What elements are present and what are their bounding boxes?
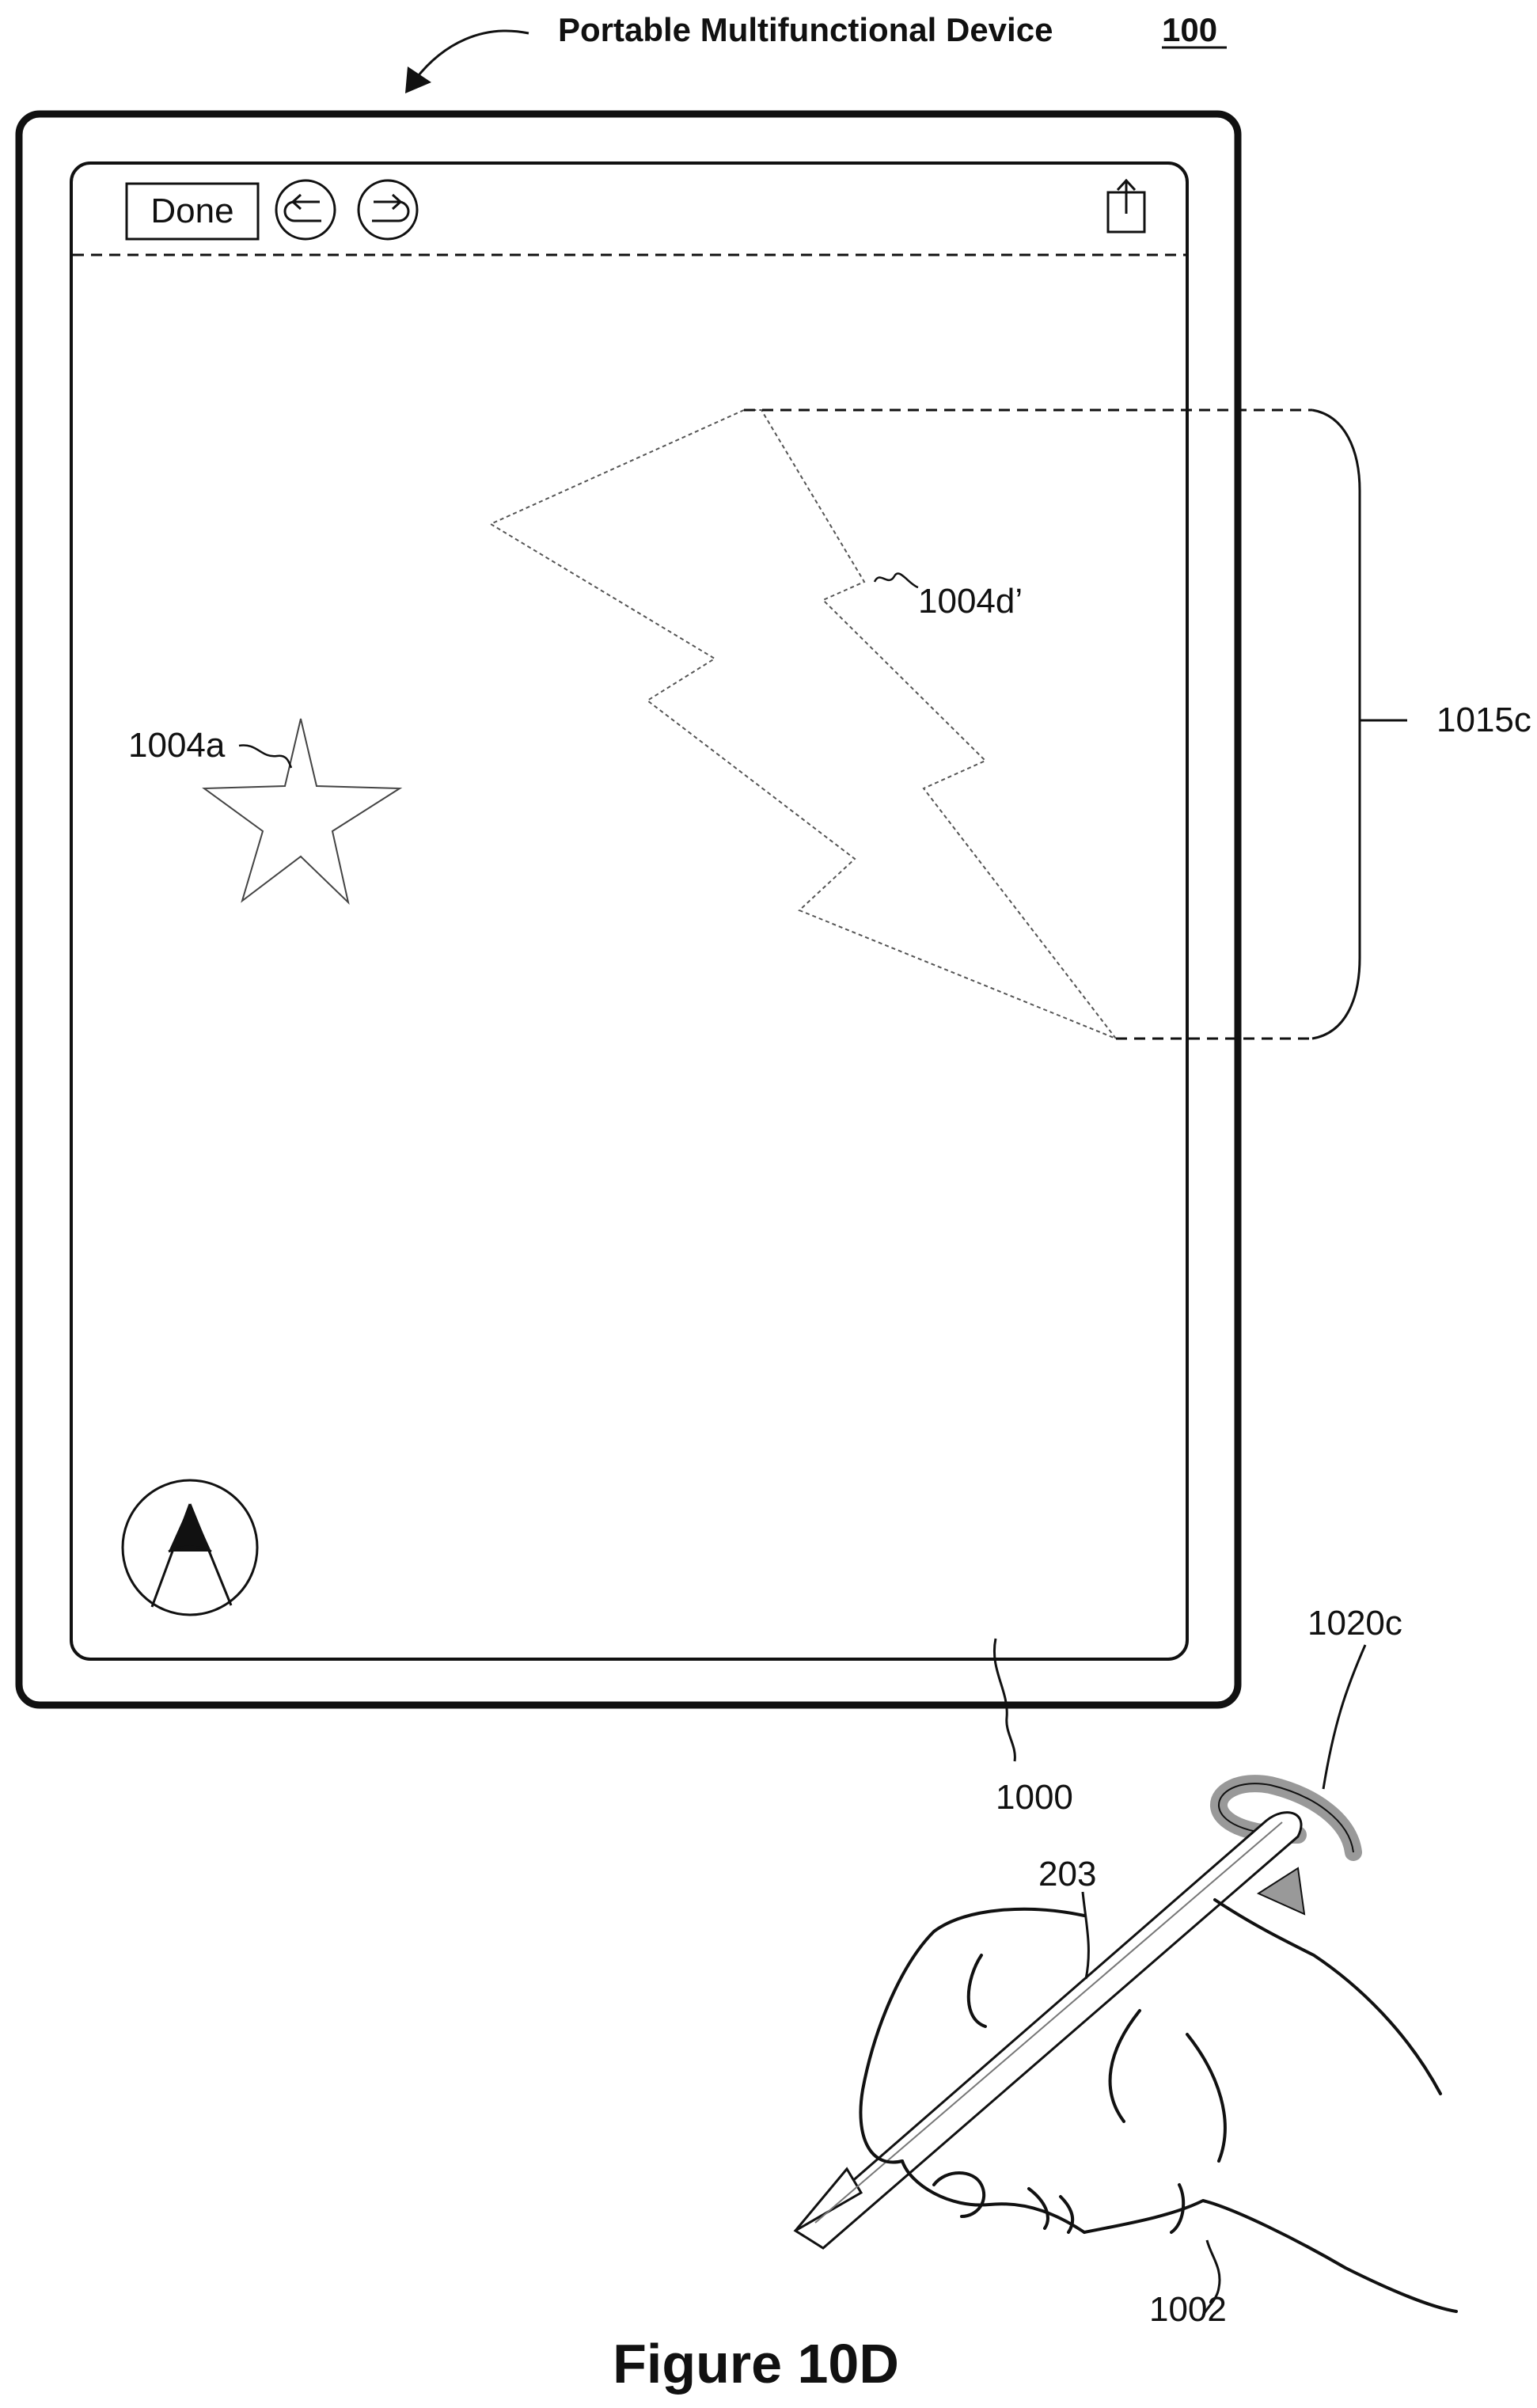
device-title: Portable Multifunctional Device (558, 11, 1053, 48)
display-screen (71, 163, 1187, 1659)
done-button-label: Done (150, 192, 233, 230)
star-shape[interactable] (204, 719, 400, 902)
device-frame (19, 114, 1238, 1705)
stylus-leader-line (1083, 1892, 1088, 1979)
undo-arrow-icon[interactable] (276, 180, 335, 239)
share-icon[interactable] (1108, 180, 1144, 232)
device-number: 100 (1162, 11, 1217, 48)
pencil-tip-icon[interactable] (123, 1480, 257, 1615)
rotation-leader-line (1323, 1645, 1365, 1789)
rotation-gesture-label: 1020c (1307, 1604, 1402, 1643)
selection-label: 1015c (1436, 701, 1531, 739)
selection-bracket (1312, 410, 1360, 1039)
patent-figure: Portable Multifunctional Device 100 Done… (0, 0, 1537, 2408)
stylus-label: 203 (1038, 1855, 1096, 1893)
display-label: 1000 (996, 1778, 1073, 1817)
redo-arrow-icon[interactable] (359, 180, 417, 239)
bolt-leader-line (875, 573, 918, 587)
device-pointer-arrow (416, 31, 529, 79)
device-pointer-arrowhead (405, 66, 431, 93)
lightning-bolt-shape[interactable] (491, 410, 1116, 1039)
figure-caption: Figure 10D (613, 2333, 899, 2395)
star-leader-line (239, 745, 291, 768)
hand-label: 1002 (1149, 2290, 1227, 2329)
star-label: 1004a (128, 726, 226, 765)
display-leader-line (994, 1639, 1015, 1761)
bolt-label: 1004d’ (918, 582, 1023, 621)
